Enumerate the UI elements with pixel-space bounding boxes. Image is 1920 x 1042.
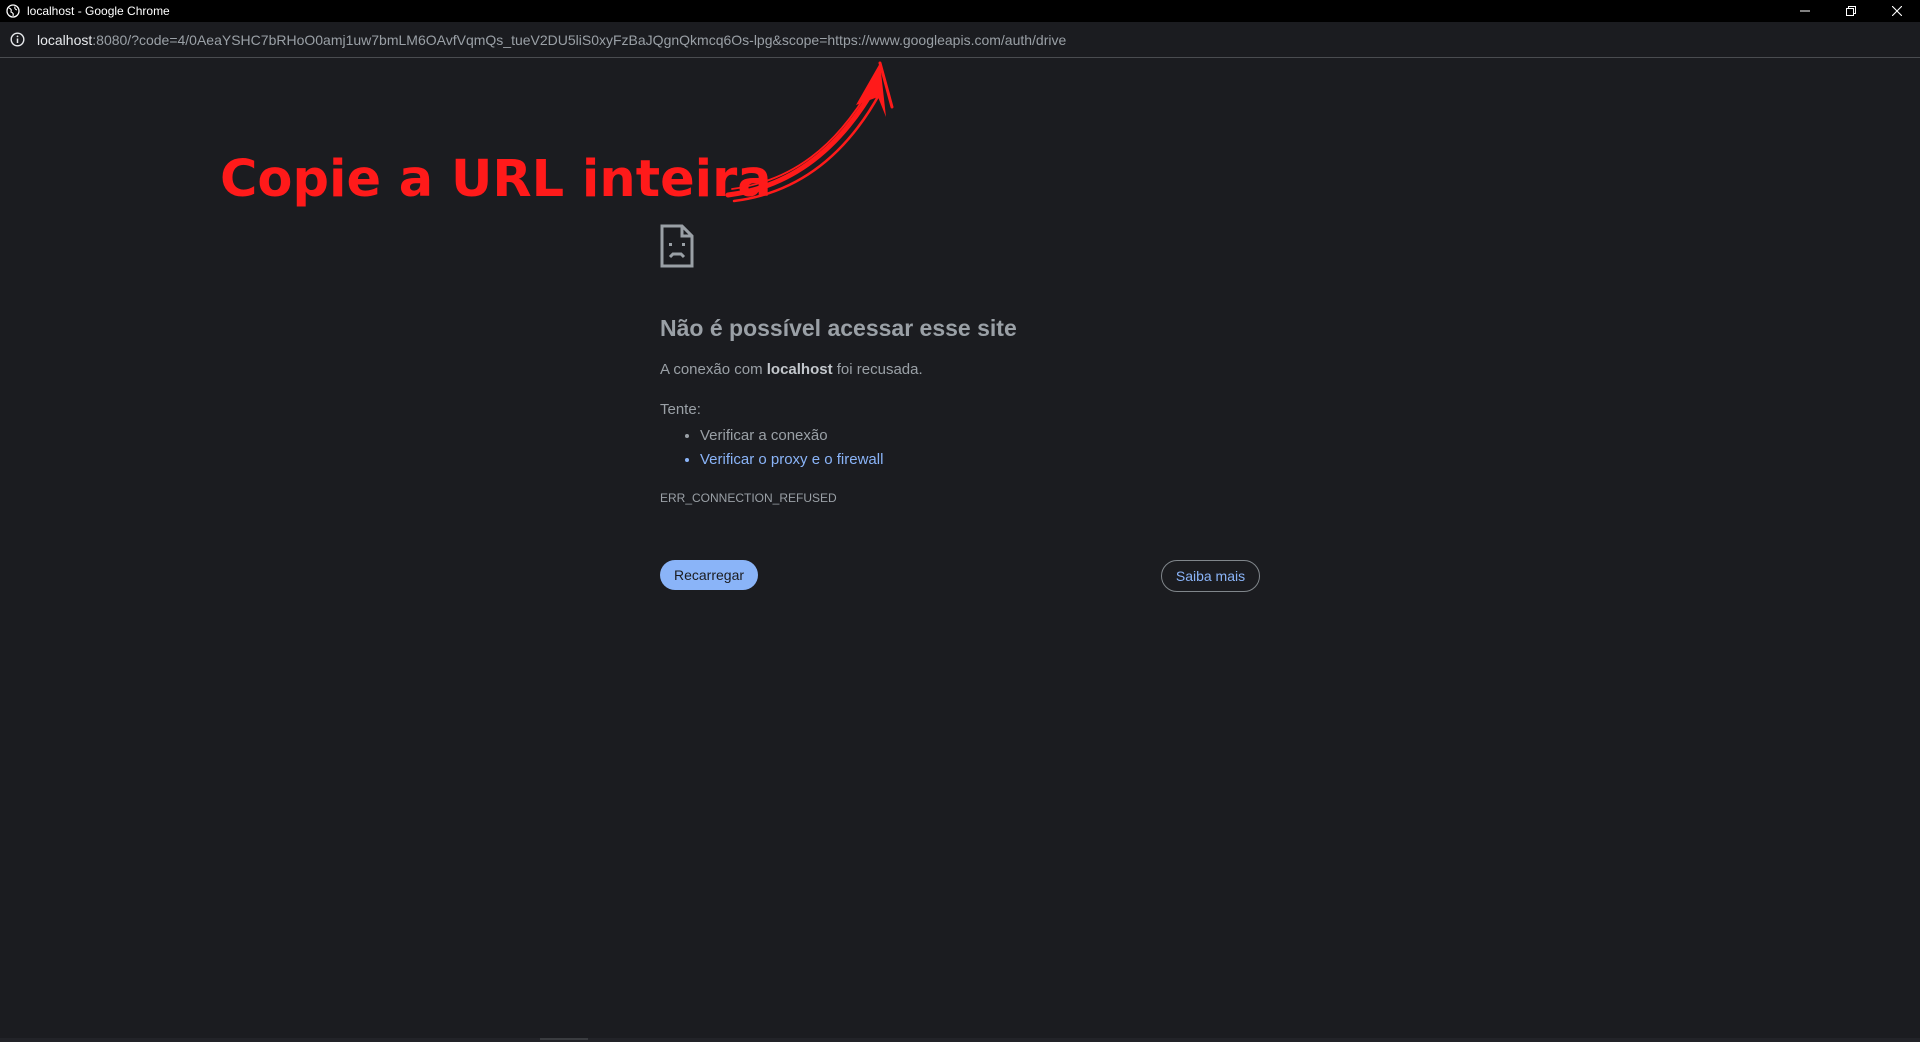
url-text[interactable]: localhost:8080/?code=4/0AeaYSHC7bRHoO0am…	[37, 32, 1066, 48]
title-bar: localhost - Google Chrome	[0, 0, 1920, 22]
bottom-strip	[0, 1038, 1920, 1042]
sad-page-icon	[660, 224, 694, 268]
bottom-indicator	[540, 1038, 588, 1040]
try-label: Tente:	[660, 401, 701, 418]
address-bar[interactable]: localhost:8080/?code=4/0AeaYSHC7bRHoO0am…	[0, 22, 1920, 58]
restore-icon	[1846, 6, 1856, 16]
close-button[interactable]	[1874, 0, 1920, 22]
chrome-globe-icon	[6, 4, 20, 18]
error-description: A conexão com localhost foi recusada.	[660, 361, 923, 379]
suggestion-check-connection: Verificar a conexão	[700, 424, 883, 448]
desc-prefix: A conexão com	[660, 361, 767, 378]
minimize-icon	[1800, 10, 1810, 12]
close-icon	[1892, 6, 1902, 16]
annotation-text: Copie a URL inteira	[220, 150, 772, 209]
url-host: localhost	[37, 32, 93, 48]
error-heading: Não é possível acessar esse site	[660, 315, 1017, 341]
annotation-arrow-icon	[725, 61, 894, 203]
info-icon[interactable]	[10, 32, 25, 47]
desc-suffix: foi recusada.	[832, 361, 923, 378]
suggestion-check-proxy-link[interactable]: Verificar o proxy e o firewall	[700, 448, 883, 472]
minimize-button[interactable]	[1782, 0, 1828, 22]
window-title: localhost - Google Chrome	[27, 4, 170, 18]
restore-button[interactable]	[1828, 0, 1874, 22]
learn-more-button[interactable]: Saiba mais	[1161, 560, 1260, 592]
reload-button[interactable]: Recarregar	[660, 560, 758, 590]
error-code: ERR_CONNECTION_REFUSED	[660, 491, 837, 505]
suggestions-list: Verificar a conexão Verificar o proxy e …	[660, 424, 883, 472]
desc-host: localhost	[766, 361, 833, 378]
url-path: :8080/?code=4/0AeaYSHC7bRHoO0amj1uw7bmLM…	[92, 32, 1067, 48]
